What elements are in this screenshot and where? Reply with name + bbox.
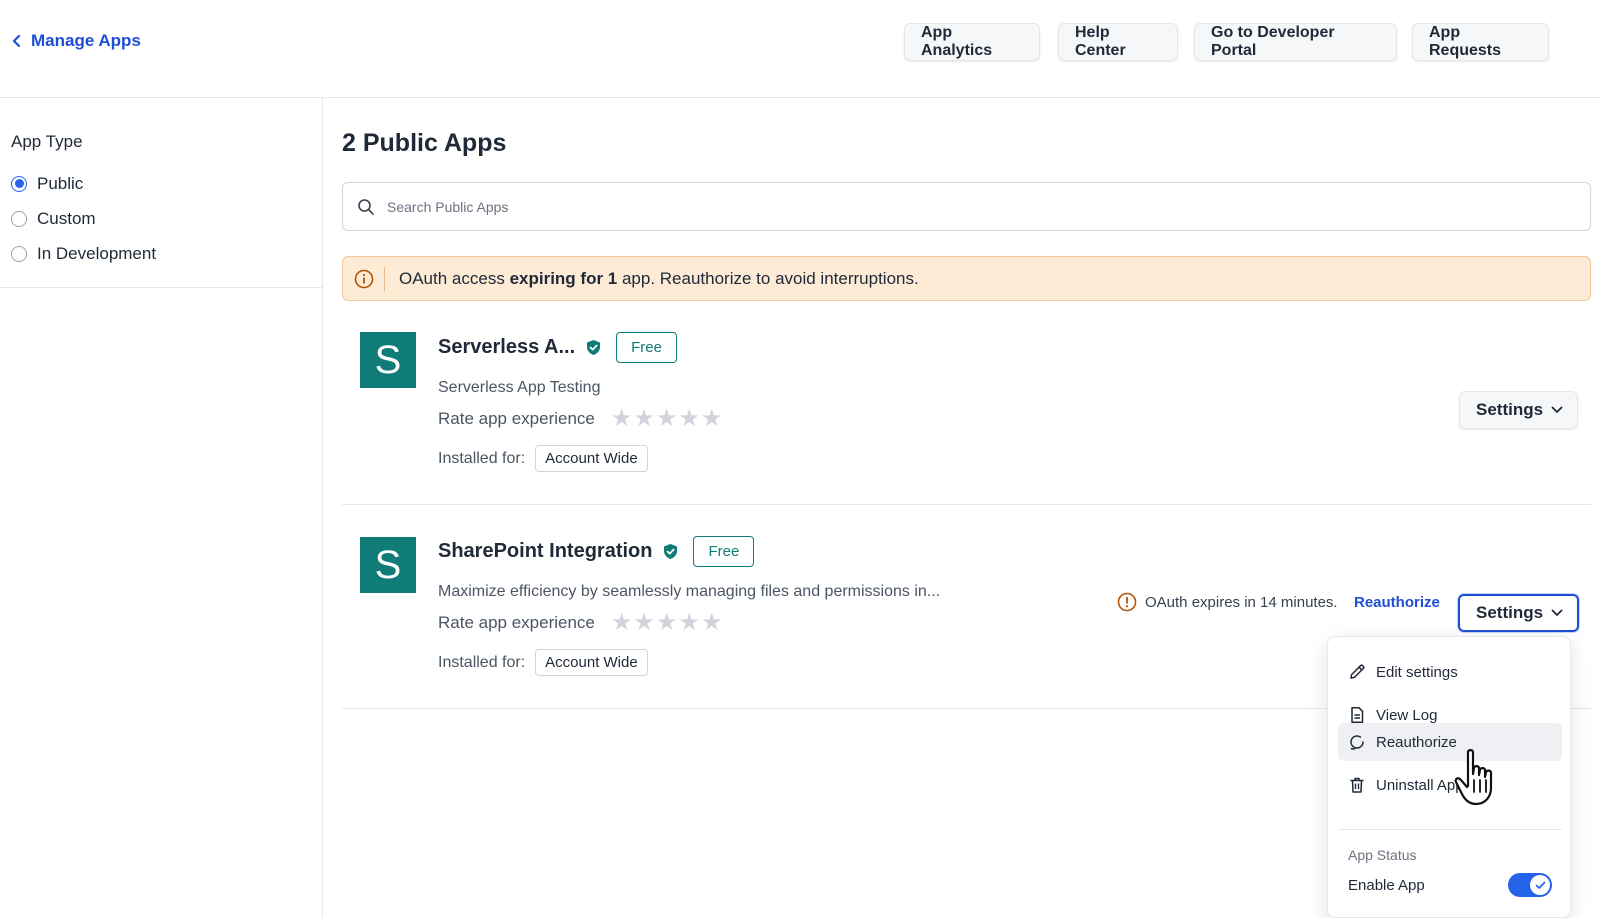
developer-portal-button[interactable]: Go to Developer Portal [1194, 23, 1397, 61]
menu-item-label: Reauthorize [1376, 733, 1457, 751]
radio-label: In Development [37, 243, 157, 263]
radio-unchecked-icon[interactable] [11, 245, 27, 262]
page-title: 2 Public Apps [342, 129, 507, 157]
app-name[interactable]: Serverless A... [438, 336, 575, 359]
settings-dropdown-button-open[interactable]: Settings [1458, 594, 1580, 632]
star-icon[interactable]: ★ [701, 407, 723, 431]
banner-suffix: app. Reauthorize to avoid interruptions. [617, 268, 919, 288]
chevron-down-icon [1551, 609, 1563, 616]
toggle-knob [1530, 875, 1550, 895]
installed-label: Installed for: [438, 449, 526, 467]
menu-item-label: Edit settings [1376, 663, 1458, 681]
banner-bold: expiring for 1 [509, 268, 618, 288]
verified-shield-icon [664, 544, 678, 559]
radio-in-development[interactable]: In Development [11, 236, 322, 271]
app-logo: S [360, 332, 416, 388]
radio-unchecked-icon[interactable] [11, 210, 27, 227]
star-icon[interactable]: ★ [633, 407, 655, 431]
menu-item-uninstall-app[interactable]: Uninstall App [1338, 766, 1562, 804]
star-icon[interactable]: ★ [656, 407, 678, 431]
app-card-serverless: S Serverless A... Free Serverless App Te… [342, 301, 1591, 505]
menu-item-reauthorize[interactable]: Reauthorize [1338, 723, 1562, 761]
star-icon[interactable]: ★ [611, 407, 633, 431]
app-analytics-button[interactable]: App Analytics [904, 23, 1040, 61]
app-description: Maximize efficiency by seamlessly managi… [438, 583, 941, 600]
radio-checked-icon[interactable] [11, 175, 27, 192]
back-link-label: Manage Apps [31, 31, 141, 50]
rate-label: Rate app experience [438, 613, 595, 632]
star-icon[interactable]: ★ [678, 611, 700, 635]
refresh-icon [1350, 735, 1364, 750]
menu-divider [1338, 829, 1562, 830]
app-logo: S [360, 537, 416, 593]
price-badge: Free [616, 332, 677, 363]
manage-apps-back-link[interactable]: Manage Apps [11, 31, 141, 51]
app-status-label: App Status [1348, 847, 1417, 863]
app-description: Serverless App Testing [438, 379, 601, 396]
star-rating[interactable]: ★ ★ ★ ★ ★ [611, 611, 723, 635]
menu-item-edit-settings[interactable]: Edit settings [1338, 653, 1562, 691]
reauthorize-link[interactable]: Reauthorize [1354, 594, 1440, 611]
document-icon [1351, 707, 1364, 723]
warning-icon [1117, 592, 1137, 612]
menu-item-label: Uninstall App [1376, 776, 1464, 794]
app-requests-button[interactable]: App Requests [1412, 23, 1549, 61]
price-badge: Free [693, 536, 755, 567]
settings-dropdown-menu: Edit settings View Log Reauthorize Unins… [1327, 636, 1571, 918]
app-name-row: Serverless A... Free [438, 332, 677, 363]
app-type-filter: App Type Public Custom In Development [0, 98, 322, 288]
app-type-heading: App Type [11, 132, 83, 151]
installed-row: Installed for: Account Wide [438, 445, 648, 472]
enable-app-toggle[interactable] [1508, 873, 1552, 897]
sidebar: App Type Public Custom In Development [0, 98, 323, 918]
verified-shield-icon [587, 340, 601, 355]
chevron-down-icon [1551, 406, 1563, 413]
settings-dropdown-button[interactable]: Settings [1459, 391, 1579, 429]
info-icon [343, 266, 385, 291]
app-name-row: SharePoint Integration Free [438, 536, 755, 567]
radio-custom[interactable]: Custom [11, 201, 322, 236]
star-icon[interactable]: ★ [701, 611, 723, 635]
radio-label: Public [37, 173, 84, 193]
oauth-expiry-banner: OAuth access expiring for 1 app. Reautho… [342, 256, 1591, 301]
star-icon[interactable]: ★ [678, 407, 700, 431]
trash-icon [1350, 777, 1364, 793]
menu-item-label: View Log [1376, 706, 1438, 724]
oauth-warning-text: OAuth expires in 14 minutes. [1145, 593, 1338, 611]
installed-label: Installed for: [438, 653, 526, 671]
search-input[interactable] [387, 198, 1387, 215]
star-icon[interactable]: ★ [656, 611, 678, 635]
rate-row: Rate app experience ★ ★ ★ ★ ★ [438, 407, 722, 431]
app-name[interactable]: SharePoint Integration [438, 540, 652, 563]
installed-scope-tag: Account Wide [535, 649, 648, 676]
check-icon [1535, 881, 1545, 889]
banner-prefix: OAuth access [399, 268, 510, 288]
search-box[interactable] [342, 182, 1591, 231]
enable-app-label: Enable App [1348, 876, 1425, 894]
enable-app-row: Enable App [1348, 873, 1552, 897]
star-icon[interactable]: ★ [633, 611, 655, 635]
star-icon[interactable]: ★ [611, 611, 633, 635]
rate-label: Rate app experience [438, 409, 595, 428]
rate-row: Rate app experience ★ ★ ★ ★ ★ [438, 611, 722, 635]
settings-label: Settings [1476, 603, 1544, 622]
star-rating[interactable]: ★ ★ ★ ★ ★ [611, 407, 723, 431]
radio-label: Custom [37, 208, 96, 228]
settings-label: Settings [1476, 400, 1544, 419]
radio-public[interactable]: Public [11, 166, 322, 201]
banner-message: OAuth access expiring for 1 app. Reautho… [385, 269, 919, 289]
help-center-button[interactable]: Help Center [1058, 23, 1178, 61]
pencil-icon [1350, 664, 1365, 679]
chevron-left-icon [12, 34, 21, 48]
search-icon [358, 198, 374, 215]
oauth-expiry-warning: OAuth expires in 14 minutes. [1117, 592, 1338, 612]
installed-row: Installed for: Account Wide [438, 649, 648, 676]
installed-scope-tag: Account Wide [535, 445, 648, 472]
top-header: Manage Apps App Analytics Help Center Go… [0, 0, 1600, 98]
